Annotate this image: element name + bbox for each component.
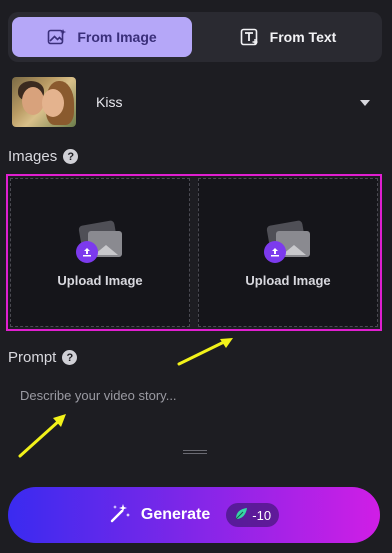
chevron-down-icon	[360, 100, 370, 106]
generate-label: Generate	[140, 506, 211, 523]
upload-image-slot-1[interactable]: Upload Image	[10, 178, 190, 327]
upload-image-slot-2[interactable]: Upload Image	[198, 178, 378, 327]
upload-image-icon	[76, 220, 124, 263]
tab-from-text[interactable]: From Text	[198, 17, 378, 57]
upload-image-label: Upload Image	[57, 273, 143, 288]
prompt-section-header: Prompt ?	[8, 349, 78, 366]
help-icon[interactable]: ?	[62, 350, 78, 365]
resize-handle[interactable]	[183, 450, 207, 454]
prompt-label: Prompt	[8, 349, 57, 366]
upload-images-area: Upload Image Upload Image	[6, 174, 382, 331]
style-dropdown[interactable]: Kiss	[8, 74, 382, 130]
upload-image-label: Upload Image	[245, 273, 331, 288]
tab-from-image-label: From Image	[77, 29, 157, 45]
annotation-arrow-icon	[18, 414, 66, 458]
style-thumbnail	[12, 77, 76, 127]
annotation-arrow-icon	[177, 338, 233, 366]
images-label: Images	[8, 148, 58, 165]
images-section-header: Images ?	[8, 148, 79, 165]
mode-tabs: From Image From Text	[8, 12, 382, 62]
leaf-icon	[234, 507, 248, 524]
credit-cost: -10	[252, 507, 272, 523]
tab-from-text-label: From Text	[269, 29, 337, 45]
image-icon	[47, 28, 67, 46]
upload-image-icon	[264, 220, 312, 263]
generate-button[interactable]: Generate -10	[8, 487, 380, 543]
help-icon[interactable]: ?	[63, 149, 79, 164]
magic-wand-icon	[109, 502, 131, 529]
style-dropdown-value: Kiss	[96, 94, 123, 110]
tab-from-image[interactable]: From Image	[12, 17, 192, 57]
text-icon	[240, 28, 260, 46]
credit-badge: -10	[226, 503, 280, 527]
